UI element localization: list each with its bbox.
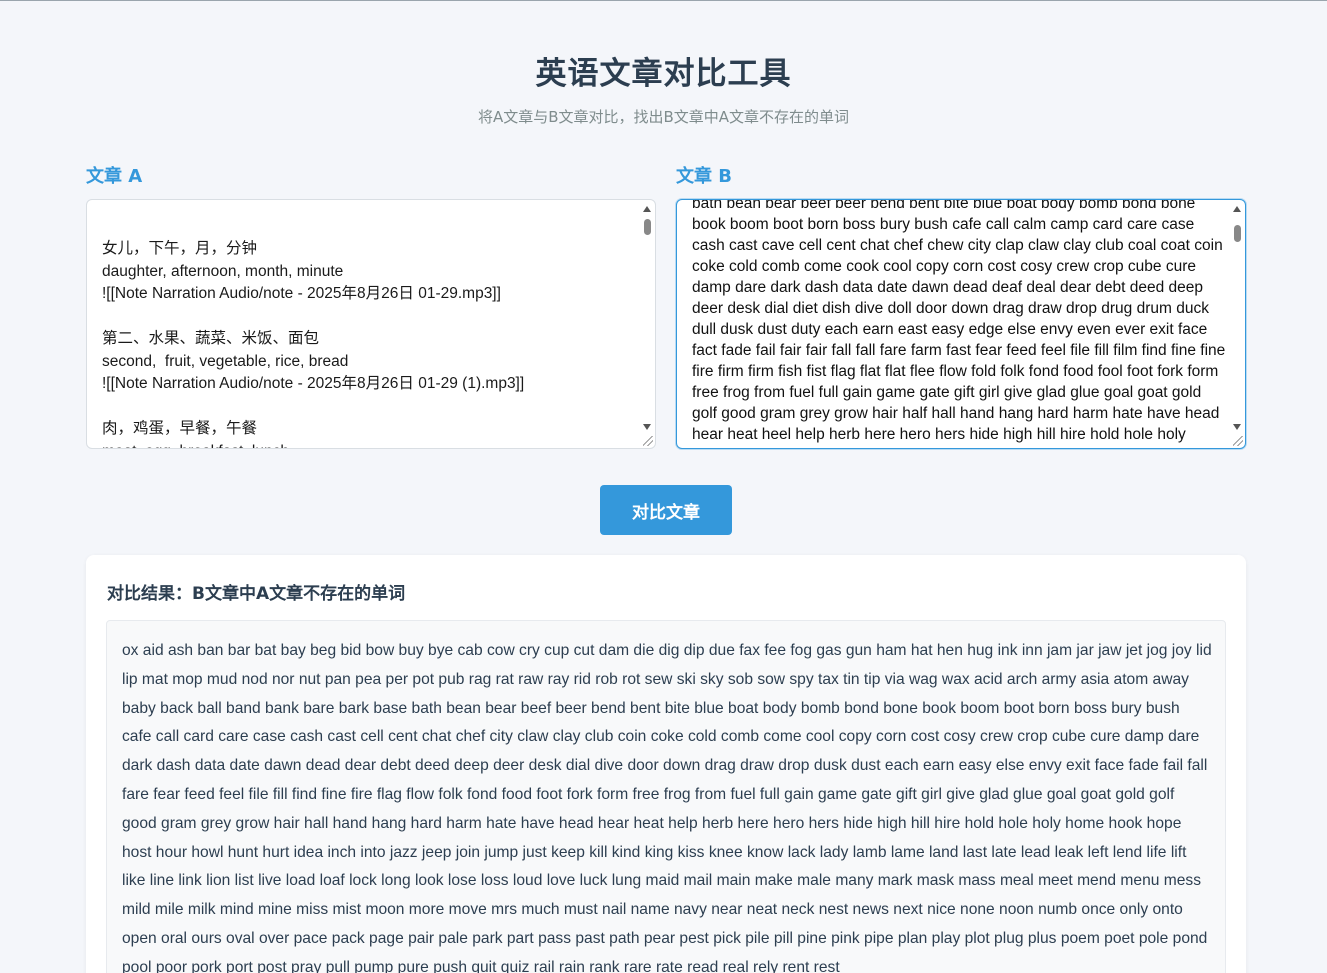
- resize-handle-icon[interactable]: [643, 436, 653, 446]
- article-a-label: 文章 A: [86, 166, 143, 187]
- page-title: 英语文章对比工具: [535, 56, 792, 92]
- article-b-content: bath bean bear beef beer bend bent bite …: [692, 199, 1226, 448]
- scroll-down-arrow-icon[interactable]: [1233, 424, 1241, 430]
- scroll-up-arrow-icon[interactable]: [1233, 206, 1241, 212]
- article-b-label: 文章 B: [676, 166, 732, 187]
- article-a-scrollbar[interactable]: [641, 202, 653, 434]
- scrollbar-thumb[interactable]: [644, 219, 651, 235]
- result-words: ox aid ash ban bar bat bay beg bid bow b…: [122, 642, 1212, 973]
- scroll-up-arrow-icon[interactable]: [643, 206, 651, 212]
- result-card: 对比结果：B文章中A文章不存在的单词 ox aid ash ban bar ba…: [86, 555, 1246, 973]
- article-a-content: 女儿，下午，月，分钟 daughter, afternoon, month, m…: [102, 240, 525, 448]
- scroll-down-arrow-icon[interactable]: [643, 424, 651, 430]
- result-box: ox aid ash ban bar bat bay beg bid bow b…: [106, 620, 1226, 973]
- scrollbar-thumb[interactable]: [1234, 225, 1241, 242]
- resize-handle-icon[interactable]: [1233, 436, 1243, 446]
- article-a-textarea[interactable]: 女儿，下午，月，分钟 daughter, afternoon, month, m…: [86, 199, 656, 449]
- compare-button[interactable]: 对比文章: [600, 485, 732, 535]
- article-b-textarea[interactable]: bath bean bear beef beer bend bent bite …: [676, 199, 1246, 449]
- article-b-scrollbar[interactable]: [1231, 202, 1243, 434]
- result-title: 对比结果：B文章中A文章不存在的单词: [107, 584, 406, 604]
- page-subtitle: 将A文章与B文章对比，找出B文章中A文章不存在的单词: [477, 108, 850, 126]
